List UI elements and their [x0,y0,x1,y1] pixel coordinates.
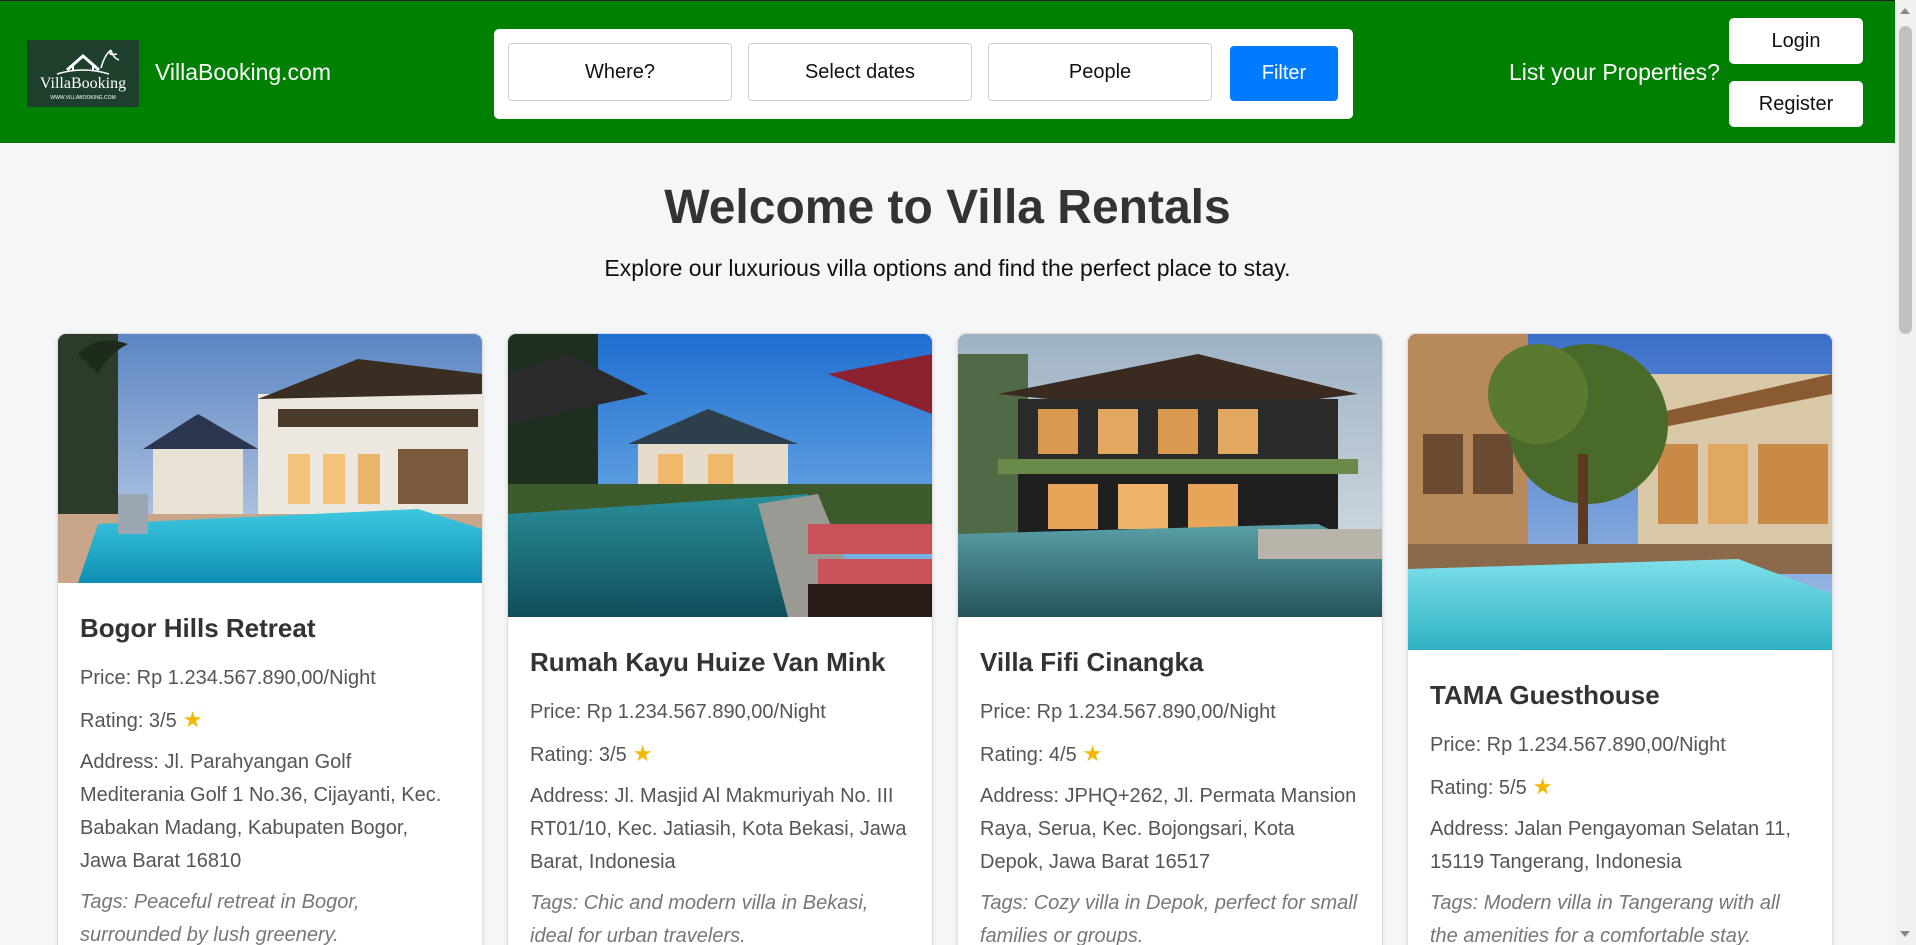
register-button[interactable]: Register [1729,81,1863,127]
villa-photo [58,334,482,583]
villa-address: Address: JPHQ+262, Jl. Permata Mansion R… [980,785,1357,873]
villa-card[interactable]: Bogor Hills Retreat Price: Rp 1.234.567.… [57,333,483,945]
page-title: Welcome to Villa Rentals [664,181,1231,234]
villa-rating: Rating: 3/5 ★ [530,737,910,772]
villa-card-body: Bogor Hills Retreat Price: Rp 1.234.567.… [80,613,460,945]
site-name-link[interactable]: VillaBooking.com [155,59,331,86]
logo-subtext: WWW.VILLABOOKING.COM [50,95,115,101]
villa-photo [958,334,1382,617]
villa-card[interactable]: TAMA Guesthouse Price: Rp 1.234.567.890,… [1407,333,1833,945]
villa-rating: Rating: 4/5 ★ [980,737,1360,772]
star-icon: ★ [1532,774,1553,799]
villa-photo [1408,334,1832,650]
top-navigation-bar: VillaBooking WWW.VILLABOOKING.COM VillaB… [0,0,1895,143]
where-input[interactable]: Where? [508,43,732,101]
villa-address: Address: Jl. Parahyangan Golf Mediterani… [80,751,442,872]
login-button[interactable]: Login [1729,18,1863,64]
logo-graphic: VillaBooking WWW.VILLABOOKING.COM [27,40,139,107]
villa-name[interactable]: Rumah Kayu Huize Van Mink [530,647,910,678]
villa-address: Address: Jl. Masjid Al Makmuriyah No. II… [530,785,907,873]
villa-tags: Tags: Cozy villa in Depok, perfect for s… [980,892,1358,945]
filter-button[interactable]: Filter [1230,46,1338,101]
villa-name[interactable]: Bogor Hills Retreat [80,613,460,644]
villa-name[interactable]: Villa Fifi Cinangka [980,647,1360,678]
villa-photo [508,334,932,617]
logo-text: VillaBooking [40,75,126,92]
villa-card[interactable]: Villa Fifi Cinangka Price: Rp 1.234.567.… [957,333,1383,945]
villa-tags: Tags: Modern villa in Tangerang with all… [1430,892,1780,945]
rating-text: Rating: 3/5 [80,710,177,732]
villa-price: Price: Rp 1.234.567.890,00/Night [80,667,376,689]
villa-price: Price: Rp 1.234.567.890,00/Night [980,701,1276,723]
villa-address: Address: Jalan Pengayoman Selatan 11, 15… [1430,818,1791,873]
people-selector[interactable]: People [988,43,1212,101]
villa-price: Price: Rp 1.234.567.890,00/Night [530,701,826,723]
dates-picker[interactable]: Select dates [748,43,972,101]
scrollbar-thumb[interactable] [1899,26,1912,334]
star-icon: ★ [1082,741,1103,766]
villa-rating: Rating: 3/5 ★ [80,703,460,738]
rating-text: Rating: 3/5 [530,744,627,766]
star-icon: ★ [632,741,653,766]
villa-card-body: Rumah Kayu Huize Van Mink Price: Rp 1.23… [530,647,910,945]
rating-text: Rating: 4/5 [980,744,1077,766]
list-properties-link[interactable]: List your Properties? [1509,59,1720,86]
villa-name[interactable]: TAMA Guesthouse [1430,680,1810,711]
villa-rating: Rating: 5/5 ★ [1430,770,1810,805]
page-subtitle: Explore our luxurious villa options and … [604,255,1291,281]
vertical-scrollbar[interactable] [1895,0,1916,945]
rating-text: Rating: 5/5 [1430,777,1527,799]
page: VillaBooking WWW.VILLABOOKING.COM VillaB… [0,0,1895,945]
scroll-down-arrow-icon[interactable] [1900,931,1910,937]
villa-tags: Tags: Peaceful retreat in Bogor, surroun… [80,891,360,945]
villa-price: Price: Rp 1.234.567.890,00/Night [1430,734,1726,756]
site-logo[interactable]: VillaBooking WWW.VILLABOOKING.COM [27,40,139,107]
search-bar: Where? Select dates People Filter [494,29,1353,119]
scroll-up-arrow-icon[interactable] [1900,8,1910,14]
villa-card[interactable]: Rumah Kayu Huize Van Mink Price: Rp 1.23… [507,333,933,945]
villa-card-body: TAMA Guesthouse Price: Rp 1.234.567.890,… [1430,680,1810,945]
star-icon: ★ [182,707,203,732]
villa-card-body: Villa Fifi Cinangka Price: Rp 1.234.567.… [980,647,1360,945]
villa-tags: Tags: Chic and modern villa in Bekasi, i… [530,892,869,945]
